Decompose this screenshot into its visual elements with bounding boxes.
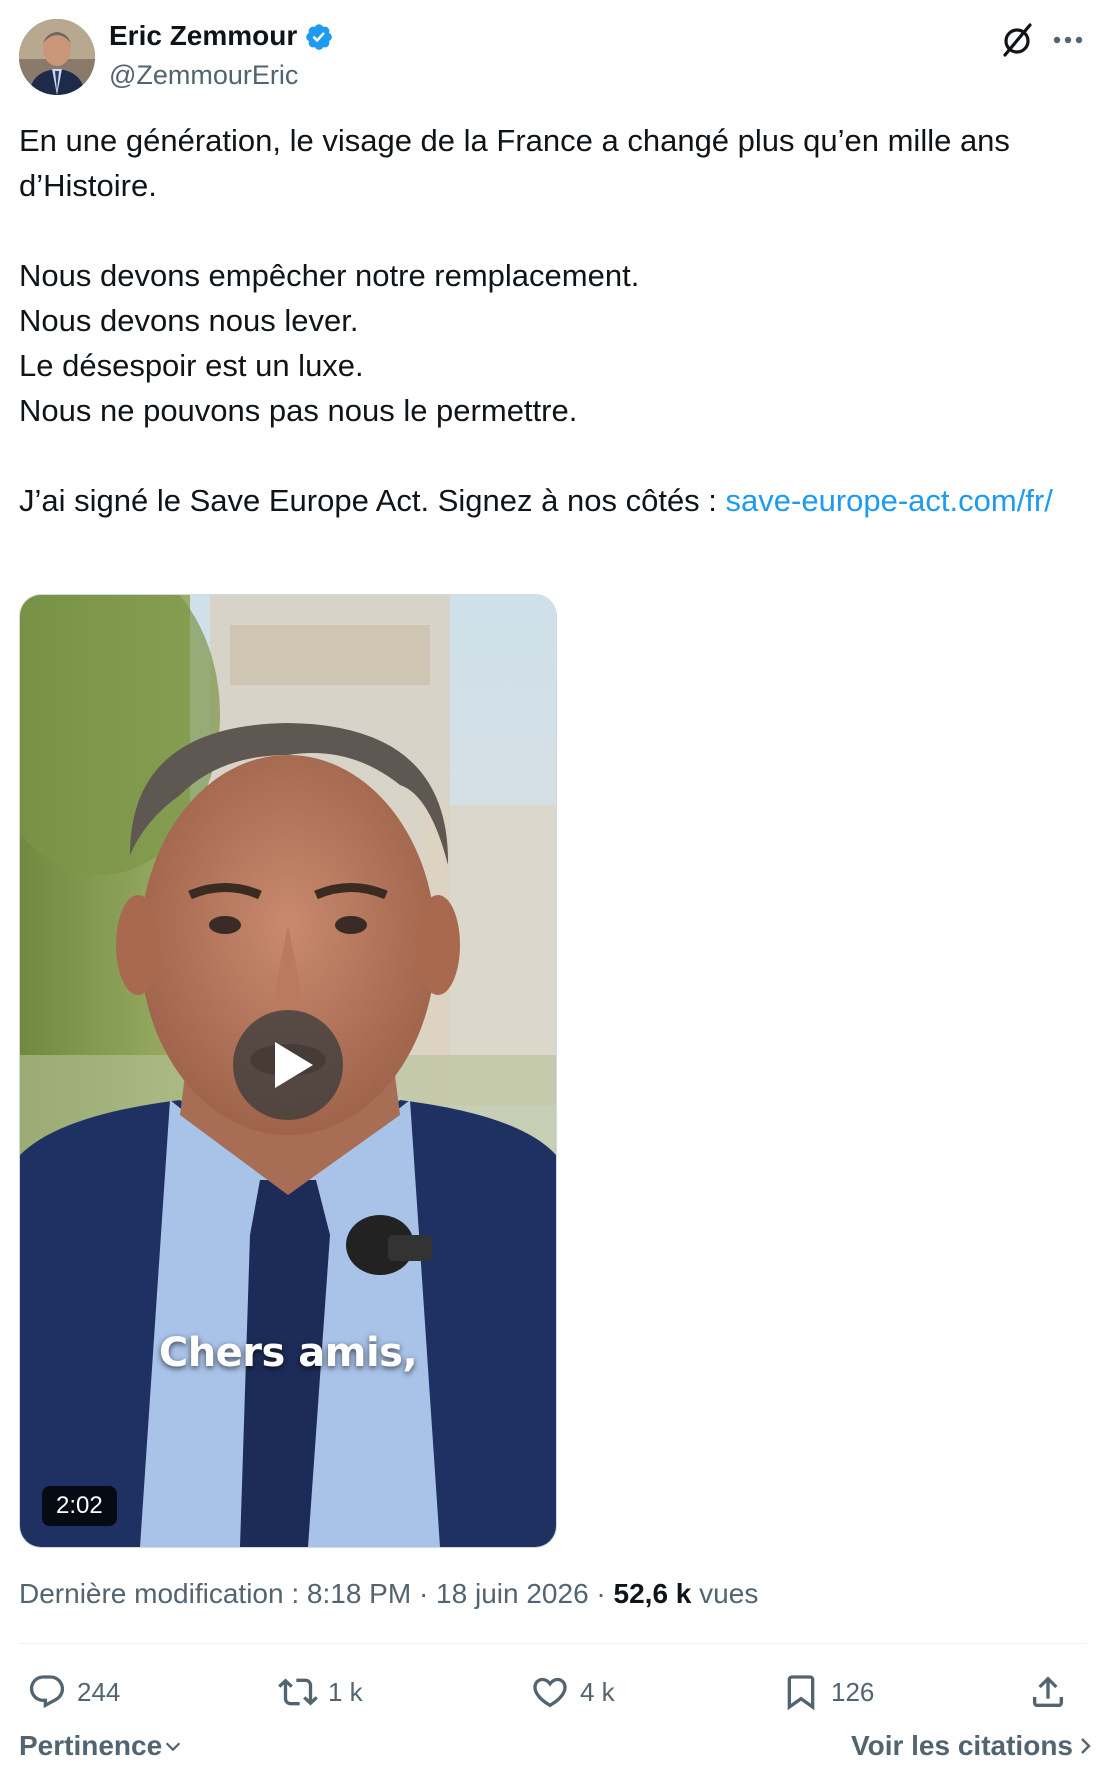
author-name[interactable]: Eric Zemmour [109, 18, 297, 54]
share-button[interactable] [1028, 1670, 1078, 1714]
more-dots-icon[interactable] [1048, 20, 1088, 60]
chevron-down-icon [165, 1742, 181, 1752]
tweet-line: Nous devons nous lever. [19, 303, 359, 338]
divider [19, 1643, 1087, 1644]
tweet-line-with-link: J’ai signé le Save Europe Act. Signez à … [19, 478, 1087, 523]
avatar[interactable] [19, 19, 95, 95]
like-count: 4 k [580, 1676, 615, 1707]
video-duration: 2:02 [42, 1486, 117, 1526]
edited-timestamp[interactable]: Dernière modification : 8:18 PM · 18 jui… [19, 1578, 614, 1609]
tweet-link[interactable]: save-europe-act.com/fr/ [726, 483, 1053, 518]
sort-dropdown[interactable]: Pertinence [19, 1730, 184, 1762]
author-handle[interactable]: @ZemmourEric [109, 57, 298, 93]
heart-icon [533, 1677, 567, 1708]
repost-icon [278, 1678, 318, 1706]
tweet-line: Le désespoir est un luxe. [19, 348, 364, 383]
tweet-line-text: J’ai signé le Save Europe Act. Signez à … [19, 483, 726, 518]
tweet-text: En une génération, le visage de la Franc… [19, 118, 1087, 523]
tweet-meta: Dernière modification : 8:18 PM · 18 jui… [19, 1574, 758, 1614]
sort-label: Pertinence [19, 1730, 163, 1761]
views-count: 52,6 k [613, 1578, 692, 1609]
like-button[interactable]: 4 k [530, 1670, 615, 1714]
repost-count: 1 k [328, 1676, 363, 1707]
video-player[interactable]: Chers amis, 2:02 [19, 594, 557, 1548]
chevron-right-icon [1081, 1738, 1091, 1754]
repost-button[interactable]: 1 k [278, 1670, 363, 1714]
views-label: vues [699, 1578, 759, 1609]
share-icon [1033, 1676, 1063, 1707]
view-quotes-link[interactable]: Voir les citations [851, 1730, 1097, 1762]
reply-button[interactable]: 244 [27, 1670, 120, 1714]
grok-icon[interactable] [997, 20, 1037, 60]
reply-count: 244 [77, 1676, 121, 1707]
bookmark-icon [787, 1675, 815, 1711]
video-caption: Chers amis, [158, 1330, 418, 1376]
verified-badge-icon [304, 22, 334, 52]
bookmark-button[interactable]: 126 [781, 1670, 874, 1714]
play-button[interactable] [233, 1010, 343, 1120]
bookmark-count: 126 [831, 1676, 875, 1707]
quotes-label: Voir les citations [851, 1730, 1073, 1761]
play-icon [275, 1042, 313, 1088]
reply-icon [29, 1675, 65, 1709]
tweet-line: Nous devons empêcher notre remplacement. [19, 258, 640, 293]
tweet-line: Nous ne pouvons pas nous le permettre. [19, 393, 578, 428]
tweet-line: En une génération, le visage de la Franc… [19, 123, 1010, 203]
